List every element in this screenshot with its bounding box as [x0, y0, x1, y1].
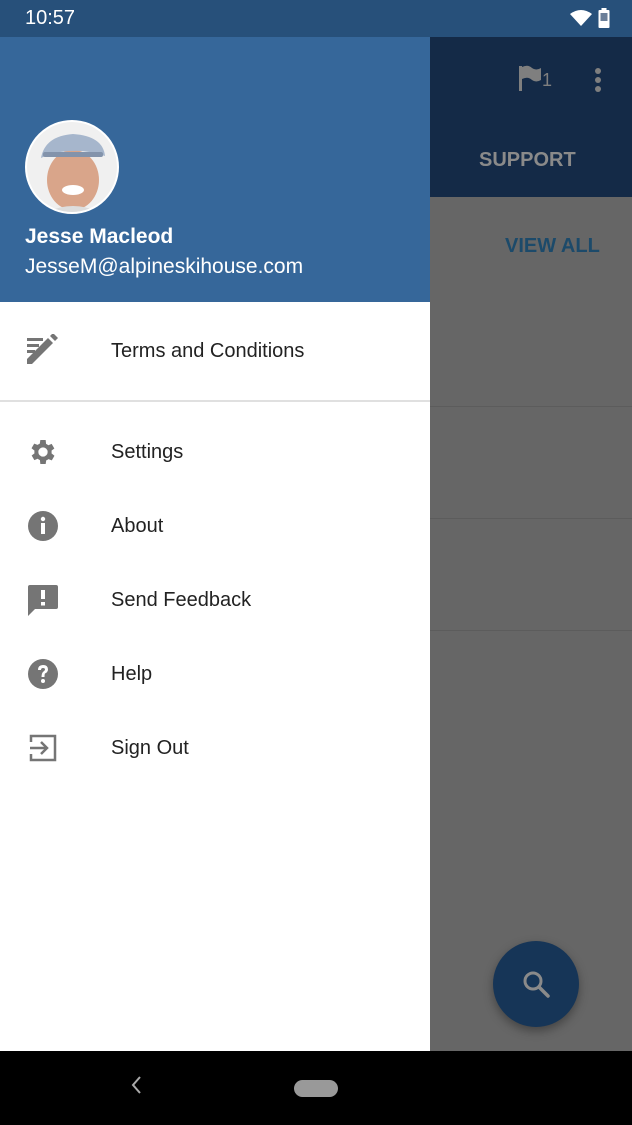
avatar[interactable]	[25, 120, 119, 214]
gear-icon	[25, 434, 61, 470]
wifi-icon	[570, 9, 592, 32]
back-button[interactable]	[128, 1073, 144, 1102]
help-icon	[25, 656, 61, 692]
divider	[430, 630, 632, 631]
info-icon	[25, 508, 61, 544]
notification-count: 1	[542, 70, 553, 90]
back-chevron-icon	[131, 1076, 141, 1094]
menu-item-send-feedback[interactable]: Send Feedback	[0, 570, 430, 630]
user-name: Jesse Macleod	[25, 225, 174, 248]
menu-item-label: About	[111, 514, 164, 537]
menu-item-label: Help	[111, 662, 153, 685]
menu-item-label: Sign Out	[111, 736, 189, 759]
edit-notes-icon	[25, 333, 61, 369]
menu-item-settings[interactable]: Settings	[0, 422, 430, 482]
background-app-header: 1 SUPPORT	[430, 37, 632, 197]
drawer-divider	[0, 400, 430, 402]
divider	[430, 518, 632, 519]
more-options-button[interactable]	[594, 67, 602, 98]
system-navigation-bar	[0, 1051, 632, 1125]
navigation-drawer: Jesse Macleod JesseM@alpineskihouse.com …	[0, 37, 430, 1051]
menu-item-terms-and-conditions[interactable]: Terms and Conditions	[0, 321, 430, 381]
flag-icon	[519, 65, 541, 91]
background-app-scrim[interactable]: 1 SUPPORT VIEW ALL	[430, 37, 632, 1051]
view-all-link[interactable]: VIEW ALL	[505, 235, 600, 258]
menu-item-label: Terms and Conditions	[111, 339, 305, 362]
notification-flag[interactable]: 1	[518, 65, 552, 91]
menu-item-sign-out[interactable]: Sign Out	[0, 718, 430, 778]
sign-out-icon	[25, 730, 61, 766]
search-icon	[523, 971, 550, 998]
search-fab[interactable]	[493, 941, 579, 1027]
drawer-header: Jesse Macleod JesseM@alpineskihouse.com	[0, 37, 430, 302]
user-email: JesseM@alpineskihouse.com	[25, 255, 304, 278]
more-vert-icon	[595, 68, 601, 92]
tab-support[interactable]: SUPPORT	[479, 149, 576, 172]
status-time: 10:57	[25, 7, 76, 29]
battery-icon	[598, 8, 610, 33]
status-bar: 10:57	[0, 0, 632, 37]
menu-item-help[interactable]: Help	[0, 644, 430, 704]
menu-item-about[interactable]: About	[0, 496, 430, 556]
home-button[interactable]	[294, 1080, 338, 1097]
menu-item-label: Send Feedback	[111, 588, 252, 611]
status-icons	[570, 8, 610, 33]
divider	[430, 406, 632, 407]
feedback-icon	[25, 582, 61, 618]
menu-item-label: Settings	[111, 440, 184, 463]
